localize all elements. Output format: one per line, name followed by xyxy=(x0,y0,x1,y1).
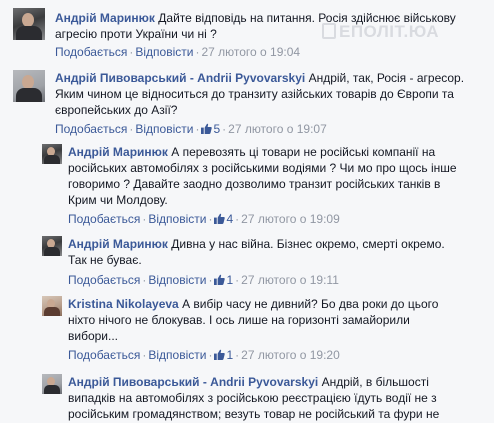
avatar[interactable] xyxy=(42,296,62,316)
comment-author[interactable]: Андрій Маринюк xyxy=(68,237,168,251)
comment-timestamp[interactable]: 27 лютого о 19:09 xyxy=(241,212,340,226)
avatar[interactable] xyxy=(42,374,62,394)
avatar[interactable] xyxy=(13,8,45,40)
thumbs-up-icon[interactable] xyxy=(214,213,226,224)
reply-comment: Андрій Маринюк А перевозять ці товари не… xyxy=(42,144,492,228)
comment-actions: Подобається · Відповісти · 27 лютого о 19:04 xyxy=(55,45,301,59)
comment-actions: Подобається · Відповісти · 1 · 27 лютого о 19:… xyxy=(68,348,340,362)
comment-author[interactable]: Андрій Пивоварський - Andrii Pyvovarskyi xyxy=(55,71,305,85)
comment-actions: Подобається · Відповісти · 1 · 27 лютого о 19:… xyxy=(68,273,339,287)
comment-timestamp[interactable]: 27 лютого о 19:11 xyxy=(241,273,339,287)
avatar[interactable] xyxy=(13,70,45,102)
comment-author[interactable]: Андрій Маринюк xyxy=(68,145,168,159)
reply-link[interactable]: Відповісти xyxy=(148,212,206,226)
comment-timestamp[interactable]: 27 лютого о 19:07 xyxy=(228,122,327,136)
like-link[interactable]: Подобається xyxy=(55,122,127,136)
like-link[interactable]: Подобається xyxy=(68,348,140,362)
comment: Андрій Пивоварський - Andrii Pyvovarskyi… xyxy=(13,70,493,140)
reply-link[interactable]: Відповісти xyxy=(148,348,206,362)
like-link[interactable]: Подобається xyxy=(68,273,140,287)
reply-comment: Kristina Nikolayeva А вибір часу не дивн… xyxy=(42,296,492,366)
comment-timestamp[interactable]: 27 лютого о 19:20 xyxy=(241,348,340,362)
comment-actions: Подобається · Відповісти · 4 · 27 лютого о 19:… xyxy=(68,212,340,226)
reply-link[interactable]: Відповісти xyxy=(135,45,193,59)
comment: Андрій Маринюк Дайте відповідь на питанн… xyxy=(13,8,493,68)
avatar[interactable] xyxy=(42,236,62,256)
like-link[interactable]: Подобається xyxy=(68,212,140,226)
comment-author[interactable]: Kristina Nikolayeva xyxy=(68,297,179,311)
like-link[interactable]: Подобається xyxy=(55,45,127,59)
thumbs-up-icon[interactable] xyxy=(214,349,226,360)
comment-actions: Подобається · Відповісти · 5 · 27 лютого о 19:… xyxy=(55,122,327,136)
avatar[interactable] xyxy=(42,144,62,164)
thumbs-up-icon[interactable] xyxy=(201,123,213,134)
reply-comment: Андрій Пивоварський - Andrii Pyvovarskyi… xyxy=(42,374,492,423)
comment-author[interactable]: Андрій Маринюк xyxy=(55,11,155,25)
thumbs-up-icon[interactable] xyxy=(214,274,226,285)
reply-comment: Андрій Маринюк Дивна у нас війна. Бізнес… xyxy=(42,236,492,290)
comment-timestamp[interactable]: 27 лютого о 19:04 xyxy=(201,45,300,59)
reply-link[interactable]: Відповісти xyxy=(135,122,193,136)
reply-link[interactable]: Відповісти xyxy=(148,273,206,287)
comment-author[interactable]: Андрій Пивоварський - Andrii Pyvovarskyi xyxy=(68,375,318,389)
